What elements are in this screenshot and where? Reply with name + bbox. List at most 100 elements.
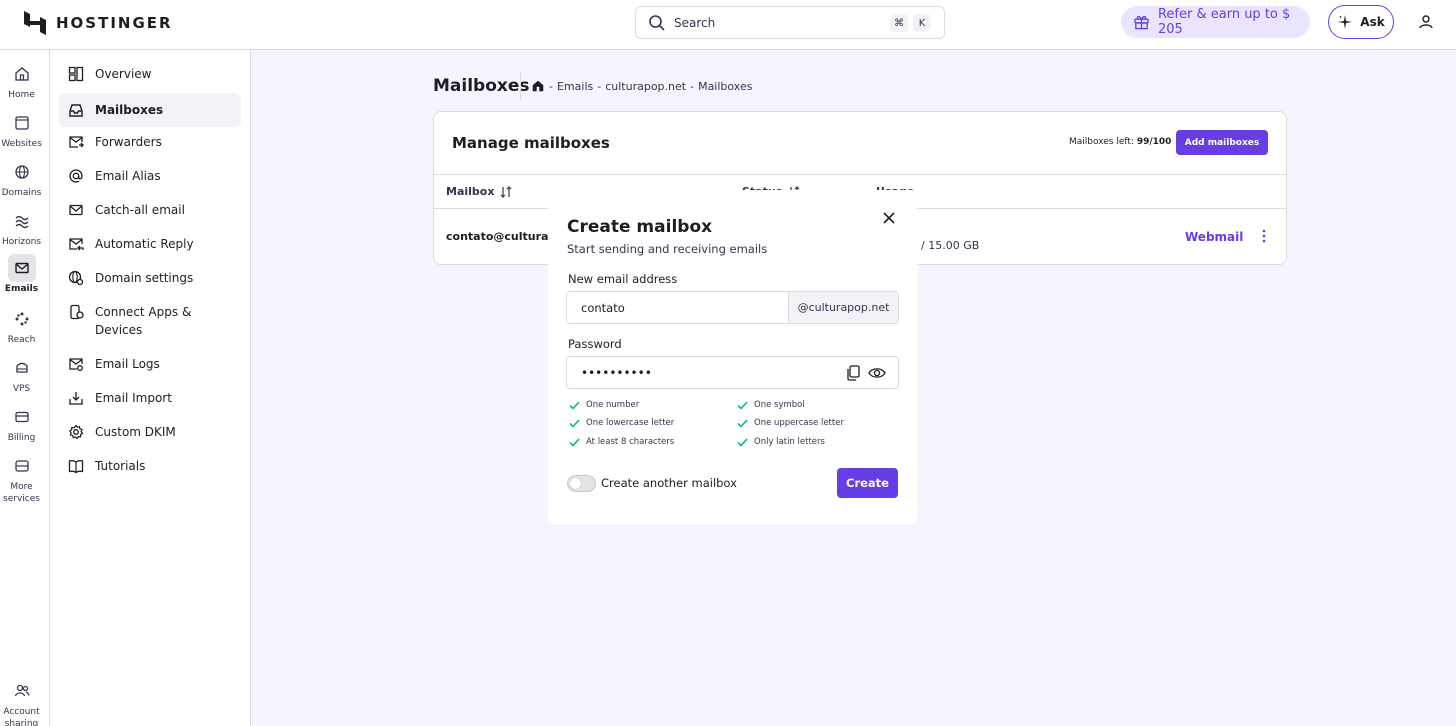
sidebar-item-forwarders[interactable]: Forwarders bbox=[59, 125, 241, 159]
account-sharing-icon bbox=[14, 684, 30, 697]
sidebar-item-mailboxes[interactable]: Mailboxes bbox=[59, 93, 241, 127]
rail-item-more-services[interactable]: More services bbox=[0, 452, 43, 505]
rail-label: More services bbox=[3, 482, 40, 504]
check-icon bbox=[737, 437, 748, 447]
email-username-input[interactable] bbox=[567, 292, 788, 323]
password-field bbox=[566, 356, 899, 389]
check-icon bbox=[569, 437, 580, 447]
rail-item-account-sharing[interactable]: Account sharing bbox=[0, 677, 43, 726]
sidebar-item-label: Overview bbox=[95, 67, 152, 81]
globe-settings-icon bbox=[68, 270, 84, 286]
rail-item-vps[interactable]: VPS bbox=[0, 354, 43, 395]
rail-item-horizons[interactable]: Horizons bbox=[0, 207, 43, 248]
shortcut-cmd-key: ⌘ bbox=[890, 14, 908, 32]
password-rule-text: One lowercase letter bbox=[586, 418, 675, 428]
reach-icon bbox=[15, 312, 28, 326]
forward-mail-icon bbox=[69, 136, 84, 148]
sidebar-item-label: Email Import bbox=[95, 391, 172, 405]
sidebar-item-email-logs[interactable]: Email Logs bbox=[59, 347, 241, 381]
import-icon bbox=[69, 392, 83, 405]
copy-icon[interactable] bbox=[846, 364, 860, 381]
rail-item-billing[interactable]: Billing bbox=[0, 403, 43, 444]
sidebar-item-label: Forwarders bbox=[95, 135, 162, 149]
check-icon bbox=[737, 400, 748, 410]
sidebar-item-connect-apps[interactable]: Connect Apps & Devices bbox=[59, 295, 241, 347]
password-label: Password bbox=[568, 337, 622, 351]
mail-icon bbox=[14, 262, 29, 274]
websites-icon bbox=[14, 116, 29, 130]
add-mailboxes-button[interactable]: Add mailboxes bbox=[1176, 130, 1268, 155]
ask-ai-button[interactable]: Ask bbox=[1328, 5, 1394, 39]
page-title: Mailboxes bbox=[433, 76, 530, 96]
breadcrumb-mailboxes: Mailboxes bbox=[698, 79, 753, 93]
sidebar-item-tutorials[interactable]: Tutorials bbox=[59, 449, 241, 483]
check-icon bbox=[569, 400, 580, 410]
main-navigation-rail: Home Websites Domains Horizons Emails Re… bbox=[0, 50, 50, 726]
rail-item-reach[interactable]: Reach bbox=[0, 305, 43, 346]
eye-icon[interactable] bbox=[868, 366, 886, 380]
email-address-field: @culturapop.net bbox=[566, 291, 899, 324]
rail-item-websites[interactable]: Websites bbox=[0, 109, 43, 150]
modal-title: Create mailbox bbox=[567, 217, 713, 237]
webmail-link[interactable]: Webmail bbox=[1185, 230, 1243, 244]
rail-label: Websites bbox=[1, 139, 42, 149]
sidebar-item-overview[interactable]: Overview bbox=[59, 57, 241, 91]
title-divider bbox=[520, 72, 521, 100]
horizons-icon bbox=[15, 215, 28, 229]
rail-label: Domains bbox=[1, 188, 42, 198]
gift-icon bbox=[1134, 15, 1149, 30]
domain-suffix: @culturapop.net bbox=[788, 292, 898, 323]
breadcrumb-emails[interactable]: Emails bbox=[557, 80, 593, 93]
create-another-label: Create another mailbox bbox=[601, 476, 737, 490]
rail-label: Billing bbox=[7, 433, 36, 443]
column-mailbox[interactable]: Mailbox bbox=[446, 185, 512, 198]
shortcut-k-key: K bbox=[913, 14, 931, 32]
rail-label: Reach bbox=[7, 335, 36, 345]
hostinger-logo[interactable]: HOSTINGER bbox=[24, 11, 173, 35]
rail-item-home[interactable]: Home bbox=[0, 60, 43, 101]
sidebar-item-email-alias[interactable]: Email Alias bbox=[59, 159, 241, 193]
rail-label: Horizons bbox=[1, 237, 42, 247]
breadcrumb-domain[interactable]: culturapop.net bbox=[605, 80, 686, 93]
sidebar-item-custom-dkim[interactable]: Custom DKIM bbox=[59, 415, 241, 449]
search-placeholder: Search bbox=[674, 15, 716, 30]
create-mailbox-modal: Create mailbox Start sending and receivi… bbox=[548, 190, 917, 524]
password-input[interactable] bbox=[567, 365, 846, 380]
sidebar-item-label: Domain settings bbox=[95, 271, 194, 285]
mailboxes-left-value: 99/100 bbox=[1136, 137, 1172, 147]
close-icon[interactable] bbox=[881, 210, 897, 226]
sidebar-item-automatic-reply[interactable]: Automatic Reply bbox=[59, 227, 241, 261]
rail-label: Home bbox=[8, 90, 35, 100]
password-rule-text: Only latin letters bbox=[754, 437, 825, 447]
card-icon bbox=[14, 411, 29, 423]
password-rule-text: One uppercase letter bbox=[754, 418, 844, 428]
user-account-icon[interactable] bbox=[1417, 13, 1435, 31]
devices-icon bbox=[70, 304, 84, 320]
search-bar[interactable]: Search ⌘ K bbox=[635, 6, 945, 39]
create-another-toggle[interactable] bbox=[567, 475, 596, 492]
breadcrumb: - Emails - culturapop.net - Mailboxes bbox=[531, 79, 752, 93]
breadcrumb-separator: - bbox=[690, 79, 695, 93]
check-icon bbox=[737, 418, 748, 428]
sidebar-item-catch-all-email[interactable]: Catch-all email bbox=[59, 193, 241, 227]
overview-icon bbox=[68, 66, 84, 82]
at-sign-icon bbox=[69, 169, 83, 183]
password-rule-text: One symbol bbox=[754, 400, 805, 410]
rail-item-domains[interactable]: Domains bbox=[0, 158, 43, 199]
password-rule-text: One number bbox=[586, 400, 640, 410]
home-icon[interactable] bbox=[531, 79, 545, 93]
refer-earn-button[interactable]: Refer & earn up to $ 205 bbox=[1121, 6, 1310, 38]
sidebar-item-email-import[interactable]: Email Import bbox=[59, 381, 241, 415]
sidebar-item-domain-settings[interactable]: Domain settings bbox=[59, 261, 241, 295]
auto-reply-icon bbox=[69, 238, 84, 251]
mail-logs-icon bbox=[69, 358, 83, 371]
create-button[interactable]: Create bbox=[837, 468, 898, 498]
brand-name: HOSTINGER bbox=[56, 14, 173, 32]
more-options-icon[interactable] bbox=[1260, 228, 1268, 244]
rail-item-emails[interactable]: Emails bbox=[0, 254, 43, 295]
breadcrumb-separator: - bbox=[549, 79, 553, 93]
server-icon bbox=[15, 362, 28, 373]
refer-label: Refer & earn up to $ 205 bbox=[1157, 7, 1291, 37]
sidebar-item-label: Connect Apps & Devices bbox=[95, 305, 192, 337]
password-rule-text: At least 8 characters bbox=[586, 437, 675, 447]
